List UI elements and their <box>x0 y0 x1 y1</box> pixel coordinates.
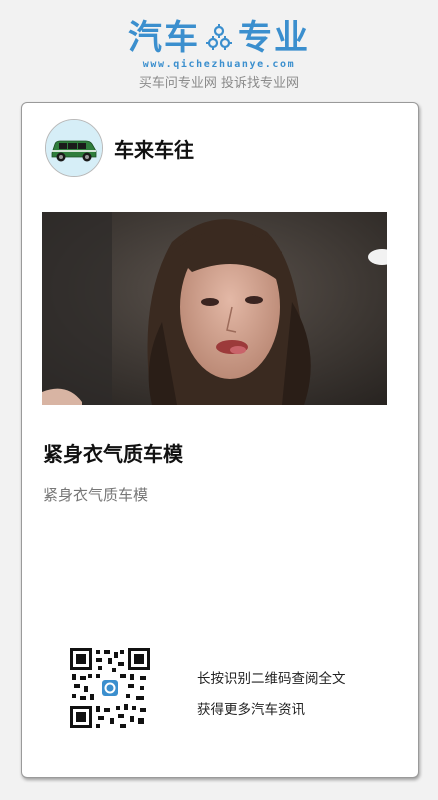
brand-url: www.qichezhuanye.com <box>142 59 296 70</box>
account-avatar[interactable] <box>45 119 103 177</box>
qr-code-icon[interactable] <box>70 648 150 728</box>
qr-hint: 长按识别二维码查阅全文 获得更多汽车资讯 <box>197 664 346 726</box>
qr-hint-line1: 长按识别二维码查阅全文 <box>197 671 346 687</box>
gears-icon <box>206 24 232 50</box>
brand-name-left: 汽车 <box>128 18 200 58</box>
brand-name-right: 专业 <box>238 18 310 58</box>
green-car-icon <box>46 120 102 176</box>
qr-hint-line2: 获得更多汽车资讯 <box>197 702 305 718</box>
cover-image-icon <box>42 212 387 405</box>
cover-photo[interactable] <box>42 212 387 405</box>
brand-logo: 汽车 专业 <box>0 18 438 58</box>
article-card[interactable]: 车来车往 紧身衣气质车模 紧身衣气质车模 长按识别二维码查阅全文 获得更多汽车资… <box>21 102 419 778</box>
brand-slogan: 买车问专业网 投诉找专业网 <box>138 76 300 91</box>
article-summary: 紧身衣气质车模 <box>43 486 149 504</box>
article-title[interactable]: 紧身衣气质车模 <box>43 438 183 467</box>
account-name[interactable]: 车来车往 <box>114 134 194 163</box>
brand-header: 汽车 专业 www.qichezhuanye.com 买车问专业网 投诉找专业网 <box>0 18 438 91</box>
